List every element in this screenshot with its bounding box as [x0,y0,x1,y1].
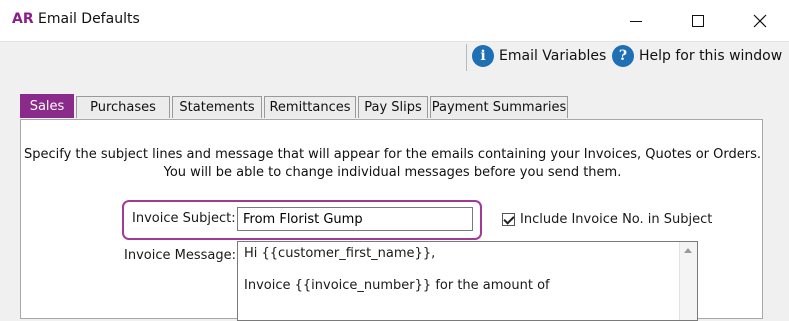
sales-panel: Specify the subject lines and message th… [20,119,764,321]
info-icon: i [472,45,494,67]
maximize-button[interactable] [675,6,721,36]
help-label: Help for this window [639,48,783,64]
invoice-message-textarea[interactable]: Hi {{customer_first_name}}, Invoice {{in… [237,241,698,321]
email-variables-button[interactable]: i Email Variables [472,45,606,67]
toolbar-separator [466,44,467,71]
tab-statements[interactable]: Statements [172,96,262,118]
question-icon: ? [612,45,634,67]
include-invoice-no-checkbox[interactable]: Include Invoice No. in Subject [502,212,712,227]
invoice-message-label: Invoice Message: [124,248,236,263]
close-button[interactable] [737,6,783,36]
maximize-icon [692,15,704,27]
toolbar: i Email Variables ? Help for this window [0,43,789,73]
close-icon [753,14,767,28]
scroll-up-icon[interactable] [684,248,692,253]
minimize-button[interactable] [613,6,659,36]
intro-line-2: You will be able to change individual me… [163,165,622,180]
tab-remittances[interactable]: Remittances [264,96,356,118]
invoice-subject-label: Invoice Subject: [132,211,236,226]
include-invoice-no-label: Include Invoice No. in Subject [520,212,713,227]
tab-payment-summaries[interactable]: Payment Summaries [430,96,568,118]
help-button[interactable]: ? Help for this window [612,45,782,67]
email-variables-label: Email Variables [499,48,607,64]
minimize-icon [630,20,642,22]
invoice-subject-input[interactable] [237,207,473,231]
message-scrollbar[interactable] [679,242,697,320]
intro-text: Specify the subject lines and message th… [21,146,764,182]
tab-sales[interactable]: Sales [20,94,74,118]
title-bar: AR Email Defaults [0,0,789,42]
checkbox-checked-icon [502,213,515,226]
intro-line-1: Specify the subject lines and message th… [23,147,761,162]
window-title: Email Defaults [38,11,140,27]
app-logo: AR [12,11,34,27]
tab-purchases[interactable]: Purchases [76,96,170,118]
tab-pay-slips[interactable]: Pay Slips [358,96,428,118]
message-line-1: Hi {{customer_first_name}}, [244,246,436,261]
message-line-2: Invoice {{invoice_number}} for the amoun… [244,278,550,293]
